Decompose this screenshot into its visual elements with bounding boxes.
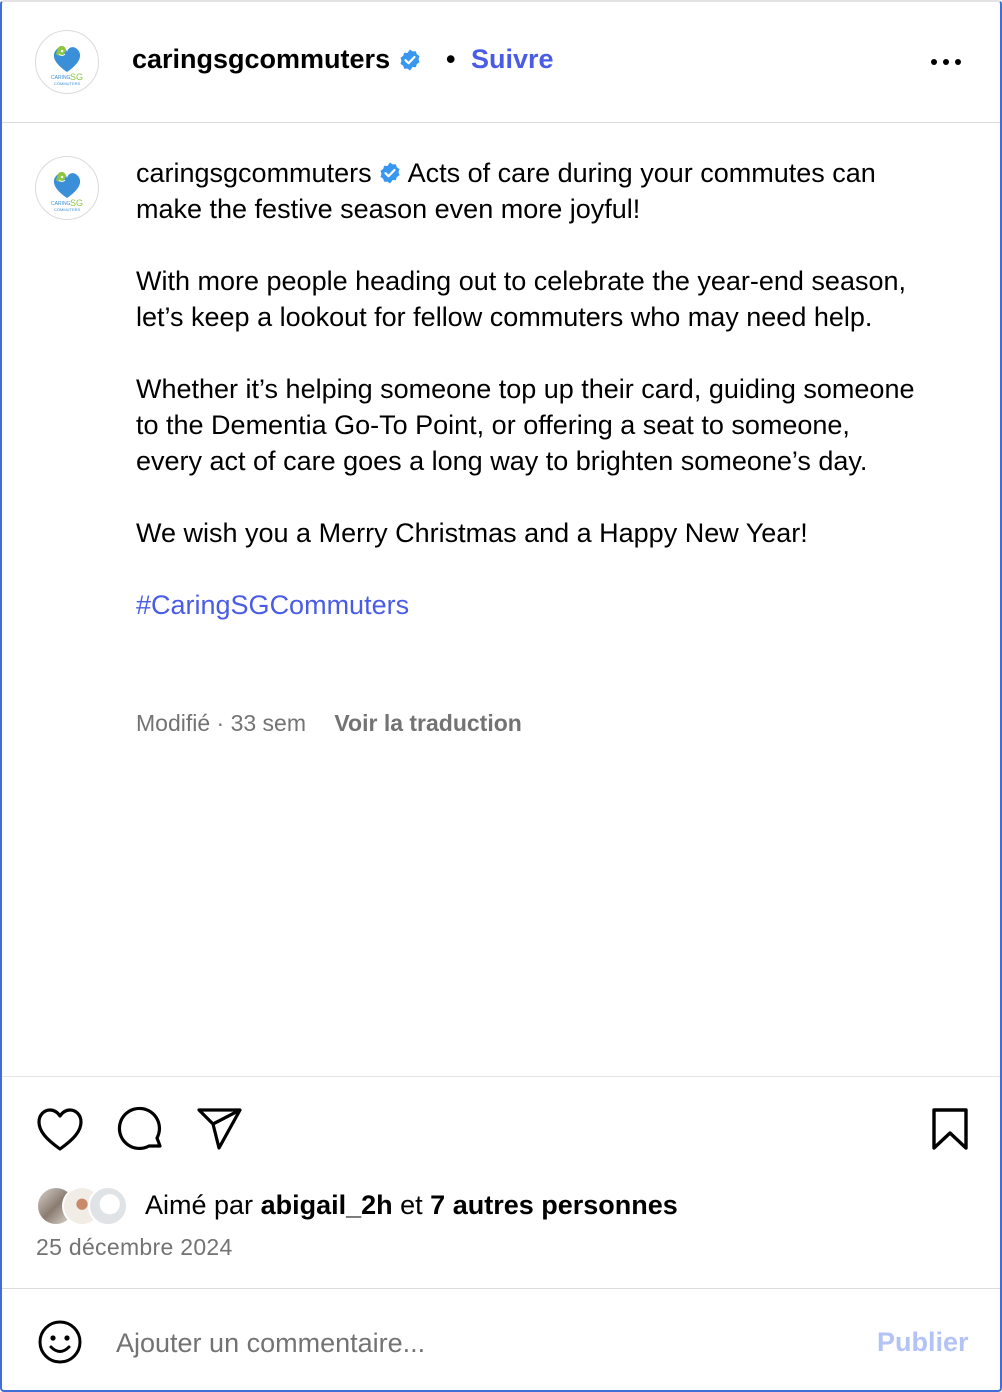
comment-input[interactable] — [116, 1320, 856, 1366]
see-translation-button[interactable]: Voir la traduction — [334, 710, 521, 736]
other-likers-link[interactable]: 7 autres personnes — [430, 1190, 678, 1220]
caption-meta: Modifié · 33 sem Voir la traduction — [136, 710, 522, 737]
svg-text:COMMUTERS: COMMUTERS — [54, 207, 81, 212]
liker-avatar — [88, 1186, 128, 1226]
verified-badge-icon — [400, 49, 420, 70]
hashtag-link[interactable]: #CaringSGCommuters — [136, 590, 409, 620]
comment-icon[interactable] — [116, 1106, 166, 1154]
post-caption: caringsgcommuters Acts of care during yo… — [136, 155, 916, 659]
caption-username[interactable]: caringsgcommuters — [136, 158, 372, 188]
divider — [2, 1288, 1000, 1289]
author-avatar[interactable]: CARING SG COMMUTERS — [35, 30, 99, 94]
post-dialog: CARING SG COMMUTERS caringsgcommuters • … — [0, 0, 1002, 1392]
likes-prefix: Aimé par — [145, 1190, 254, 1220]
send-icon[interactable] — [196, 1107, 244, 1151]
svg-text:COMMUTERS: COMMUTERS — [54, 81, 81, 86]
bookmark-icon[interactable] — [930, 1107, 970, 1151]
divider — [2, 1076, 1000, 1077]
caption-paragraph: We wish you a Merry Christmas and a Happ… — [136, 518, 808, 548]
header-separator: • — [446, 44, 456, 74]
caption-paragraph: caringsgcommuters Acts of care during yo… — [136, 155, 916, 227]
post-header: CARING SG COMMUTERS caringsgcommuters • … — [2, 2, 1000, 123]
caring-sg-logo: CARING SG COMMUTERS — [51, 171, 83, 212]
author-username-row[interactable]: caringsgcommuters — [132, 44, 422, 75]
publish-button[interactable]: Publier — [877, 1327, 969, 1358]
likes-connector: et — [400, 1190, 423, 1220]
edited-timestamp: Modifié · 33 sem — [136, 710, 307, 736]
author-username[interactable]: caringsgcommuters — [132, 44, 390, 75]
post-date: 25 décembre 2024 — [36, 1234, 233, 1260]
verified-badge-icon — [380, 162, 400, 184]
heart-icon[interactable] — [36, 1107, 84, 1153]
liker-avatars[interactable] — [36, 1184, 128, 1228]
caption-paragraph: With more people heading out to celebrat… — [136, 266, 906, 332]
follow-button[interactable]: Suivre — [471, 44, 554, 75]
caring-sg-logo: CARING SG COMMUTERS — [51, 45, 83, 86]
liker-username[interactable]: abigail_2h — [261, 1190, 393, 1220]
likes-summary: Aimé par abigail_2h et 7 autres personne… — [145, 1190, 678, 1221]
smiley-icon[interactable] — [37, 1319, 83, 1365]
caption-author-avatar[interactable]: CARING SG COMMUTERS — [35, 156, 99, 220]
caption-paragraph: Whether it’s helping someone top up thei… — [136, 374, 915, 476]
more-horizontal-icon[interactable] — [928, 47, 964, 77]
